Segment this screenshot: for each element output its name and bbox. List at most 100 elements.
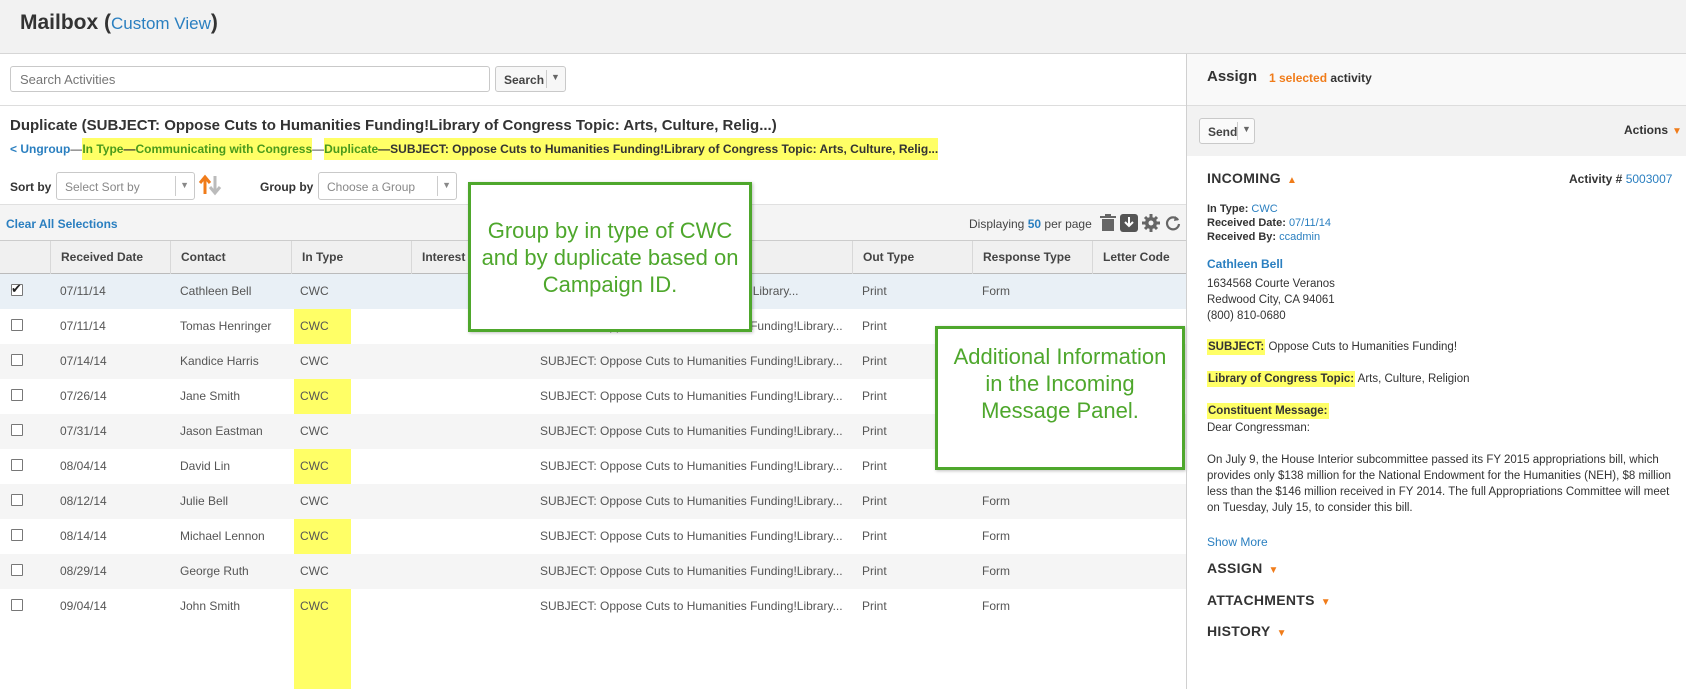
activity-number-link[interactable]: 5003007 (1626, 172, 1673, 186)
table-row[interactable]: 08/12/14 Julie Bell CWC SUBJECT: Oppose … (0, 484, 1186, 519)
table-row[interactable]: 09/04/14 John Smith CWC SUBJECT: Oppose … (0, 589, 1186, 624)
row-checkbox[interactable] (11, 494, 23, 506)
cell-date: 07/31/14 (60, 424, 107, 438)
table-row[interactable]: 08/29/14 George Ruth CWC SUBJECT: Oppose… (0, 554, 1186, 589)
row-checkbox[interactable] (11, 459, 23, 471)
chevron-down-icon[interactable]: ▼ (551, 72, 560, 82)
crumb-separator: — (312, 142, 325, 156)
row-checkbox[interactable] (11, 354, 23, 366)
clear-all-selections-link[interactable]: Clear All Selections (6, 217, 118, 231)
col-out-type[interactable]: Out Type (852, 241, 972, 274)
send-button-divider (1237, 122, 1238, 140)
cell-in-type: CWC (300, 424, 329, 438)
cell-out-type: Print (862, 564, 887, 578)
custom-view-link[interactable]: Custom View (111, 14, 211, 33)
cell-subject: SUBJECT: Oppose Cuts to Humanities Fundi… (540, 424, 843, 438)
cell-subject: SUBJECT: Oppose Cuts to Humanities Fundi… (540, 494, 843, 508)
search-input[interactable] (10, 66, 490, 92)
cell-out-type: Print (862, 389, 887, 403)
cell-in-type: CWC (300, 284, 329, 298)
cell-contact: Kandice Harris (180, 354, 259, 368)
cell-out-type: Print (862, 599, 887, 613)
send-button-label: Send (1208, 125, 1238, 139)
cell-response-type: Form (982, 284, 1010, 298)
actions-menu[interactable]: Actions ▼ (1624, 123, 1682, 137)
received-by-label: Received By: (1207, 231, 1277, 243)
gear-icon[interactable] (1142, 214, 1160, 232)
phone-number: (800) 810-0680 (1207, 310, 1286, 322)
page-title: Mailbox (Custom View) (20, 11, 218, 35)
sort-direction-icon[interactable] (198, 174, 222, 196)
cell-response-type: Form (982, 529, 1010, 543)
show-more-link[interactable]: Show More (1207, 535, 1268, 549)
sort-by-select[interactable]: Select Sort by ▼ (56, 172, 195, 200)
chevron-down-icon[interactable]: ▼ (1242, 124, 1251, 134)
send-button[interactable]: Send ▼ (1199, 118, 1255, 144)
crumb-separator: — (123, 142, 136, 156)
selection-count: 1 selected activity (1269, 71, 1372, 85)
col-received-date[interactable]: Received Date (50, 241, 170, 274)
row-checkbox[interactable] (11, 529, 23, 541)
cell-subject: SUBJECT: Oppose Cuts to Humanities Fundi… (540, 354, 843, 368)
received-date-value: 07/11/14 (1288, 217, 1331, 229)
crumb-duplicate[interactable]: Duplicate — SUBJECT: Oppose Cuts to Huma… (324, 138, 939, 160)
activity-number: Activity # 5003007 (1569, 172, 1672, 186)
per-page-count[interactable]: 50 (1028, 217, 1041, 231)
in-type-value[interactable]: CWC (1251, 203, 1277, 215)
row-checkbox[interactable] (11, 389, 23, 401)
received-by-value[interactable]: ccadmin (1279, 231, 1320, 243)
trash-icon[interactable] (1100, 214, 1116, 232)
col-letter-code[interactable]: Letter Code (1092, 241, 1186, 274)
contact-name-link[interactable]: Cathleen Bell (1207, 257, 1283, 271)
row-checkbox[interactable] (11, 424, 23, 436)
history-section-toggle[interactable]: HISTORY ▼ (1207, 623, 1287, 639)
row-checkbox[interactable] (11, 599, 23, 611)
crumb-in-type[interactable]: In Type — Communicating with Congress (82, 138, 313, 160)
caret-down-icon: ▼ (1276, 628, 1287, 639)
action-bar (1187, 106, 1686, 156)
received-date-label: Received Date: (1207, 217, 1286, 229)
table-row[interactable]: 08/14/14 Michael Lennon CWC SUBJECT: Opp… (0, 519, 1186, 554)
assign-section-label: ASSIGN (1207, 560, 1263, 576)
col-response-type[interactable]: Response Type (972, 241, 1092, 274)
attachments-section-toggle[interactable]: ATTACHMENTS ▼ (1207, 592, 1331, 608)
loc-topic-value: Arts, Culture, Religion (1357, 373, 1470, 385)
crumb-subject-label: SUBJECT: Oppose Cuts to Humanities Fundi… (390, 142, 939, 156)
caret-up-icon: ▲ (1286, 175, 1298, 186)
row-checkbox[interactable] (11, 564, 23, 576)
actions-label: Actions (1624, 123, 1669, 137)
row-checkbox[interactable] (11, 319, 23, 331)
download-icon[interactable] (1120, 214, 1138, 232)
col-contact[interactable]: Contact (170, 241, 291, 274)
received-by-info: Received By: ccadmin (1207, 231, 1320, 243)
crumb-in-type-label: In Type (82, 142, 124, 156)
refresh-icon[interactable] (1164, 214, 1182, 232)
incoming-section-toggle[interactable]: INCOMING ▲ (1207, 170, 1297, 186)
cell-subject: SUBJECT: Oppose Cuts to Humanities Fundi… (540, 389, 843, 403)
cell-date: 08/29/14 (60, 564, 107, 578)
cell-date: 07/11/14 (60, 284, 106, 298)
cell-out-type: Print (862, 529, 887, 543)
constituent-message-heading: Constituent Message: (1207, 403, 1329, 419)
cell-contact: David Lin (180, 459, 231, 473)
cell-contact: Cathleen Bell (180, 284, 252, 298)
group-by-select[interactable]: Choose a Group ▼ (318, 172, 457, 200)
callout-additional-info: Additional Information in the Incoming M… (935, 326, 1185, 470)
received-date-info: Received Date: 07/11/14 (1207, 217, 1331, 229)
caret-down-icon: ▼ (1320, 597, 1331, 608)
search-button[interactable]: Search ▼ (495, 66, 566, 92)
assign-section-toggle[interactable]: ASSIGN ▼ (1207, 560, 1279, 576)
assign-header: Assign 1 selected activity (1187, 54, 1686, 106)
crumb-duplicate-label: Duplicate (324, 142, 379, 156)
activity-label: Activity # (1569, 172, 1623, 186)
row-checkbox[interactable]: ✔ (11, 281, 23, 296)
col-in-type[interactable]: In Type (291, 241, 411, 274)
loc-topic-line: Library of Congress Topic: Arts, Culture… (1207, 371, 1470, 387)
cell-out-type: Print (862, 459, 887, 473)
cell-in-type: CWC (300, 389, 329, 403)
subject-value: Oppose Cuts to Humanities Funding! (1268, 341, 1458, 353)
subject-line: SUBJECT: Oppose Cuts to Humanities Fundi… (1207, 339, 1458, 355)
group-by-value: Choose a Group (327, 180, 416, 194)
ungroup-link[interactable]: < Ungroup (10, 138, 70, 160)
cell-in-type: CWC (300, 354, 329, 368)
